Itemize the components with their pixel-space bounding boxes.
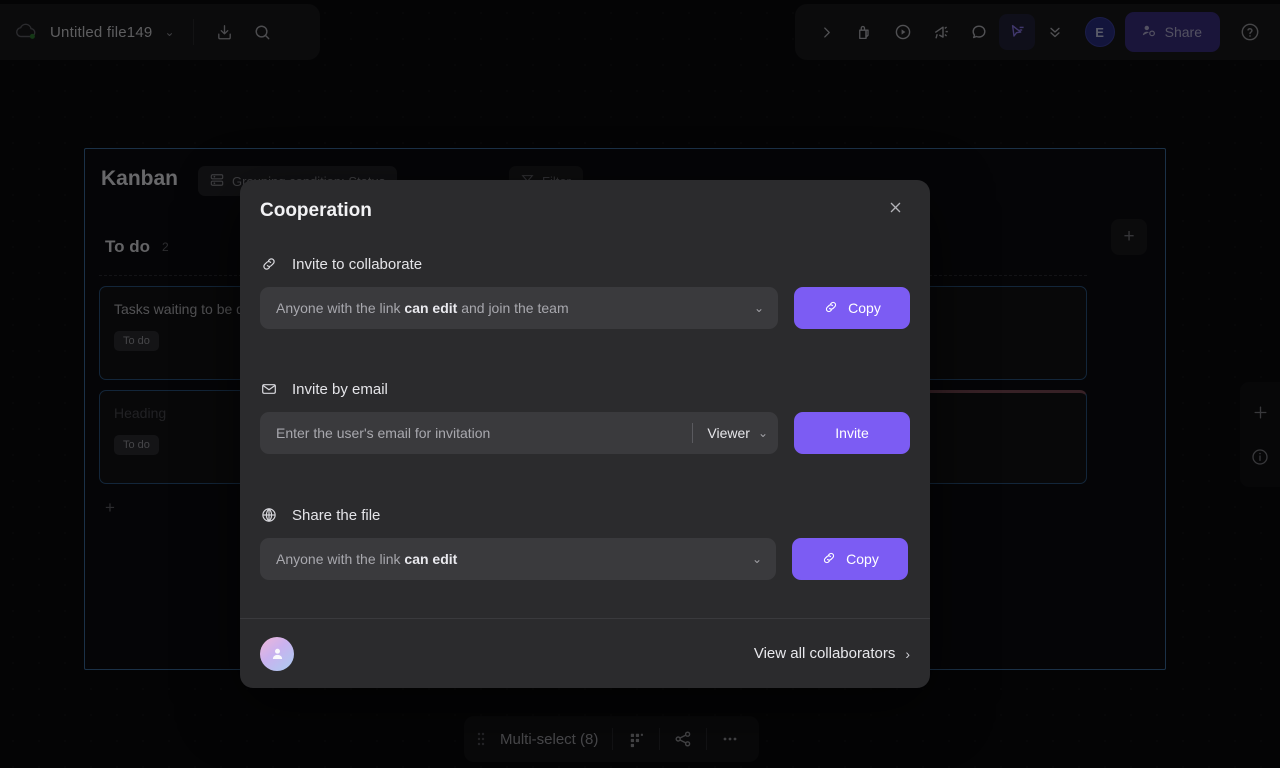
link-icon [823,299,839,318]
chevron-down-icon: ⌄ [753,301,764,315]
chevron-down-icon: ⌄ [757,426,768,440]
role-select[interactable]: Viewer ⌄ [707,425,768,441]
copy-button-label: Copy [846,551,879,567]
file-permission-value: Anyone with the link can edit [276,551,458,567]
section-header: Share the file [260,506,910,524]
mail-icon [260,380,278,398]
share-file-row: Anyone with the link can edit ⌄ Copy [260,538,910,580]
link-icon [260,255,278,273]
invite-button-label: Invite [835,425,869,441]
dialog-title: Cooperation [260,200,372,221]
section-header: Invite by email [260,380,910,398]
globe-icon [260,506,278,524]
copy-invite-link-button[interactable]: Copy [794,287,910,329]
collaborator-avatar[interactable] [260,636,294,671]
view-all-collaborators-label: View all collaborators [753,645,896,662]
invite-collaborate-row: Anyone with the link can edit and join t… [260,287,910,329]
section-title: Share the file [292,506,381,524]
link-permission-value: Anyone with the link can edit and join t… [276,300,569,316]
chevron-right-icon: › [905,645,910,662]
view-all-collaborators-link[interactable]: View all collaborators › [754,645,910,662]
file-permission-select[interactable]: Anyone with the link can edit ⌄ [260,538,776,580]
app-root: Kanban Grouping condition: Status Filter [0,0,1280,768]
invite-email-section: Invite by email Enter the user's email f… [260,380,910,454]
role-value: Viewer [707,425,750,441]
copy-file-link-button[interactable]: Copy [792,538,908,580]
invite-button[interactable]: Invite [794,412,910,454]
invite-collaborate-section: Invite to collaborate Anyone with the li… [260,255,910,329]
section-header: Invite to collaborate [260,255,910,273]
cooperation-dialog: Invite to collaborate Anyone with the li… [240,180,930,688]
link-icon [821,550,837,569]
copy-button-label: Copy [848,300,881,316]
invite-email-row: Enter the user's email for invitation Vi… [260,412,910,454]
chevron-down-icon: ⌄ [751,552,762,566]
share-file-section: Share the file Anyone with the link can … [260,506,910,580]
dialog-footer: View all collaborators › [240,618,930,688]
field-divider [692,423,694,443]
section-title: Invite to collaborate [292,255,423,273]
email-field-placeholder[interactable]: Enter the user's email for invitation [276,425,688,441]
close-icon[interactable] [882,194,908,220]
section-title: Invite by email [292,380,388,398]
link-permission-select[interactable]: Anyone with the link can edit and join t… [260,287,778,329]
email-input-wrapper[interactable]: Enter the user's email for invitation Vi… [260,412,778,454]
